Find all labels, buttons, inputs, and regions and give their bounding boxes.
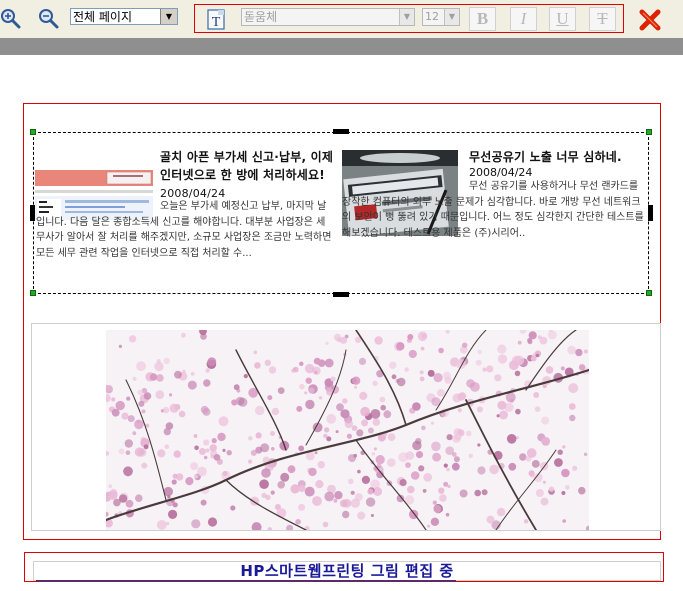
- font-family-value: 돋움체: [244, 10, 278, 24]
- text-tool-icon[interactable]: T: [207, 9, 227, 31]
- resize-handle-top-left[interactable]: [30, 129, 36, 135]
- resize-handle-right[interactable]: [648, 205, 653, 221]
- close-icon[interactable]: [639, 9, 661, 31]
- resize-handle-bottom-right[interactable]: [646, 290, 652, 296]
- zoom-out-icon[interactable]: [38, 8, 60, 30]
- resize-handle-top[interactable]: [333, 129, 349, 134]
- chevron-down-icon[interactable]: ▼: [399, 9, 414, 25]
- font-family-select[interactable]: 돋움체 ▼: [241, 8, 415, 26]
- underline-button[interactable]: U: [549, 7, 576, 31]
- chevron-down-icon[interactable]: ▼: [444, 9, 459, 25]
- article-body: 오늘은 부가세 예정신고 납부, 마지막 날입니다. 다음 달은 종합소득세 신…: [36, 201, 332, 259]
- resize-handle-bottom[interactable]: [333, 292, 349, 297]
- svg-text:T: T: [212, 15, 221, 30]
- font-size-value: 12: [425, 10, 439, 23]
- italic-button[interactable]: I: [510, 7, 537, 31]
- article-title[interactable]: 무선공유기 노출 너무 심하네.: [469, 148, 649, 166]
- bold-button[interactable]: B: [469, 7, 496, 31]
- zoom-in-icon[interactable]: [0, 8, 22, 30]
- article-title[interactable]: 골치 아픈 부가세 신고·납부, 이제 인터넷으로 한 방에 처리하세요! 20…: [160, 148, 334, 203]
- resize-handle-top-right[interactable]: [646, 129, 652, 135]
- resize-handle-bottom-left[interactable]: [30, 290, 36, 296]
- strikethrough-button[interactable]: T: [589, 7, 616, 31]
- toolbar-separator-strip: [0, 38, 683, 55]
- font-size-select[interactable]: 12 ▼: [422, 8, 460, 26]
- article-body: 무선 공유기를 사용하거나 무선 랜카드를 장착한 컴퓨터의 외부 노출 문제가…: [342, 181, 644, 239]
- chevron-down-icon[interactable]: ▼: [160, 9, 177, 24]
- page-view-value: 전체 페이지: [73, 10, 133, 24]
- status-text: HP스마트웹프린팅 그림 편집 중: [240, 562, 454, 580]
- cherry-blossom-image[interactable]: [106, 330, 589, 530]
- status-underline: [36, 580, 456, 582]
- article-date: 2008/04/24: [469, 166, 533, 179]
- page-view-select[interactable]: 전체 페이지 ▼: [70, 8, 178, 25]
